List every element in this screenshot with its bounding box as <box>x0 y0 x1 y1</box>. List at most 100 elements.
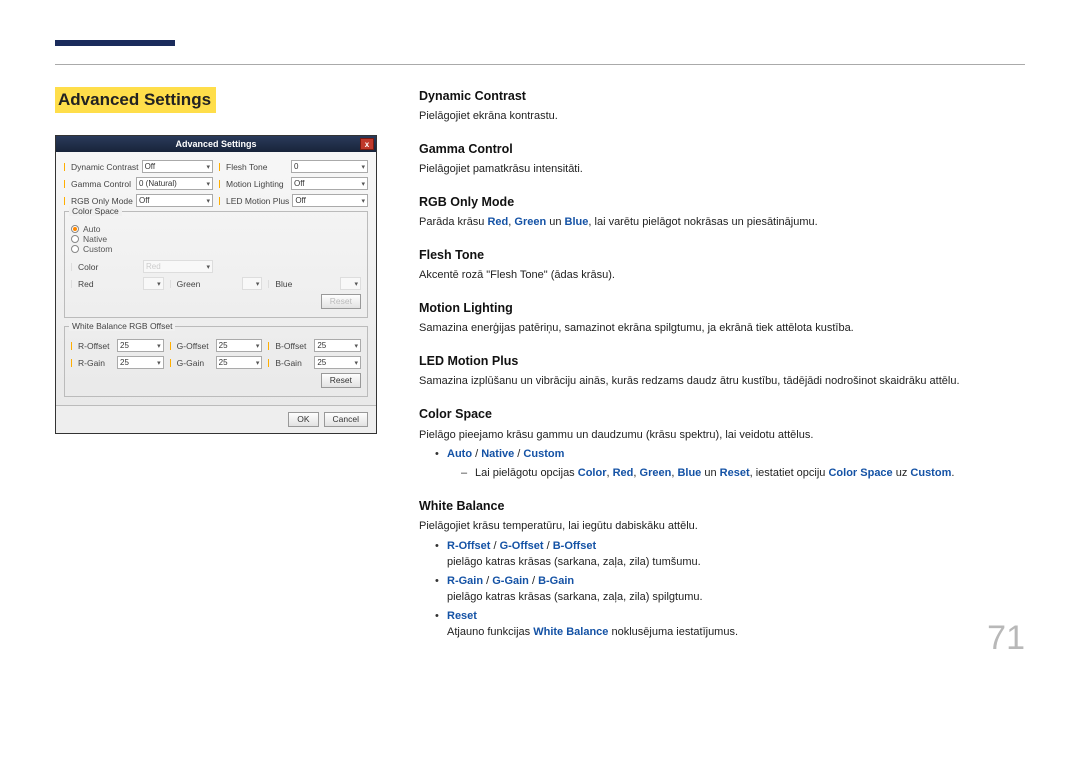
radio-option[interactable]: Custom <box>71 244 361 254</box>
color-space-fieldset: Color Space Auto Native Custom ColorRed▾… <box>64 211 368 318</box>
list-item: R-Gain / G-Gain / B-Gain pielāgo katras … <box>437 574 1025 606</box>
subsection-title: Dynamic Contrast <box>419 87 1025 105</box>
list-item: Reset Atjauno funkcijas White Balance no… <box>437 609 1025 641</box>
body-text: Pielāgojiet pamatkrāsu intensitāti. <box>419 162 1025 178</box>
header-accent-bar <box>55 40 175 46</box>
subsection-title: Motion Lighting <box>419 299 1025 317</box>
radio-icon <box>71 235 79 243</box>
page-number: 71 <box>987 619 1025 658</box>
sect-flesh-tone: Flesh Tone Akcentē rozā "Flesh Tone" (ād… <box>419 246 1025 284</box>
body-text: Akcentē rozā "Flesh Tone" (ādas krāsu). <box>419 268 1025 284</box>
list-item: Lai pielāgotu opcijas Color, Red, Green,… <box>465 466 1025 482</box>
osd-dialog: Advanced Settings x Dynamic ContrastOff▾… <box>55 135 377 434</box>
fieldset-legend: Color Space <box>69 206 122 216</box>
list-item: R-Offset / G-Offset / B-Offset pielāgo k… <box>437 539 1025 571</box>
dropdown-label: RGB Only Mode <box>71 196 133 206</box>
sect-dynamic-contrast: Dynamic Contrast Pielāgojiet ekrāna kont… <box>419 87 1025 125</box>
body-text: Parāda krāsu Red, Green un Blue, lai var… <box>419 215 1025 231</box>
dropdown-label: LED Motion Plus <box>226 196 289 206</box>
body-text: Pielāgo pieejamo krāsu gammu un daudzumu… <box>419 428 1025 444</box>
dropdown: ▾ <box>143 277 164 290</box>
subsection-title: Flesh Tone <box>419 246 1025 264</box>
sect-rgb-only: RGB Only Mode Parāda krāsu Red, Green un… <box>419 193 1025 231</box>
chevron-down-icon: ▾ <box>361 163 365 171</box>
dropdown[interactable]: Off▾ <box>292 194 368 207</box>
dropdown-label: Flesh Tone <box>226 162 288 172</box>
list-item: Auto / Native / Custom Lai pielāgotu opc… <box>437 447 1025 482</box>
dropdown-label: B-Gain <box>275 358 311 368</box>
osd-row: Dynamic ContrastOff▾ Flesh Tone0▾ <box>64 160 368 173</box>
dropdown: Red▾ <box>143 260 213 273</box>
dropdown-label: Green <box>177 279 239 289</box>
chevron-down-icon: ▾ <box>206 180 210 188</box>
list-item-desc: pielāgo katras krāsas (sarkana, zaļa, zi… <box>447 590 1025 606</box>
dropdown[interactable]: Off▾ <box>291 177 368 190</box>
subsection-title: LED Motion Plus <box>419 352 1025 370</box>
dropdown[interactable]: Off▾ <box>142 160 213 173</box>
radio-option[interactable]: Auto <box>71 224 361 234</box>
dropdown[interactable]: 25▾ <box>216 339 263 352</box>
sect-white-balance: White Balance Pielāgojiet krāsu temperat… <box>419 497 1025 641</box>
chevron-down-icon: ▾ <box>361 180 365 188</box>
dropdown[interactable]: 0 (Natural)▾ <box>136 177 213 190</box>
radio-icon <box>71 225 79 233</box>
reset-button[interactable]: Reset <box>321 373 361 388</box>
cancel-button[interactable]: Cancel <box>324 412 368 427</box>
list-item-desc: Atjauno funkcijas White Balance noklusēj… <box>447 625 1025 641</box>
chevron-down-icon: ▾ <box>206 263 210 271</box>
dropdown-label: R-Offset <box>78 341 114 351</box>
close-icon[interactable]: x <box>360 138 374 150</box>
dropdown[interactable]: 25▾ <box>314 356 361 369</box>
osd-footer: OK Cancel <box>56 405 376 433</box>
sect-color-space: Color Space Pielāgo pieejamo krāsu gammu… <box>419 405 1025 482</box>
sect-gamma-control: Gamma Control Pielāgojiet pamatkrāsu int… <box>419 140 1025 178</box>
osd-titlebar: Advanced Settings x <box>56 136 376 152</box>
dropdown-label: Red <box>78 279 140 289</box>
reset-button: Reset <box>321 294 361 309</box>
osd-body: Dynamic ContrastOff▾ Flesh Tone0▾ Gamma … <box>56 152 376 405</box>
subsection-title: Gamma Control <box>419 140 1025 158</box>
radio-option[interactable]: Native <box>71 234 361 244</box>
ok-button[interactable]: OK <box>288 412 318 427</box>
subsection-title: White Balance <box>419 497 1025 515</box>
dropdown[interactable]: 25▾ <box>216 356 263 369</box>
dropdown-label: Gamma Control <box>71 179 133 189</box>
sect-motion-lighting: Motion Lighting Samazina enerģijas patēr… <box>419 299 1025 337</box>
dropdown: ▾ <box>242 277 263 290</box>
dropdown-label: G-Offset <box>177 341 213 351</box>
fieldset-legend: White Balance RGB Offset <box>69 321 175 331</box>
dropdown[interactable]: 25▾ <box>117 356 164 369</box>
subsection-title: Color Space <box>419 405 1025 423</box>
section-heading: Advanced Settings <box>55 87 216 113</box>
body-text: Pielāgojiet krāsu temperatūru, lai iegūt… <box>419 519 1025 535</box>
left-column: Advanced Settings Advanced Settings x Dy… <box>55 87 377 434</box>
chevron-down-icon: ▾ <box>206 197 210 205</box>
osd-title: Advanced Settings <box>175 139 256 149</box>
radio-icon <box>71 245 79 253</box>
dropdown-label: Blue <box>275 279 337 289</box>
dropdown-label: G-Gain <box>177 358 213 368</box>
dropdown-label: B-Offset <box>275 341 311 351</box>
dropdown-label: R-Gain <box>78 358 114 368</box>
sect-led-motion-plus: LED Motion Plus Samazina izplūšanu un vi… <box>419 352 1025 390</box>
dropdown[interactable]: 25▾ <box>314 339 361 352</box>
body-text: Pielāgojiet ekrāna kontrastu. <box>419 109 1025 125</box>
bullet-list: R-Offset / G-Offset / B-Offset pielāgo k… <box>419 539 1025 641</box>
header-divider <box>55 64 1025 65</box>
body-text: Samazina izplūšanu un vibrāciju ainās, k… <box>419 374 1025 390</box>
chevron-down-icon: ▾ <box>361 197 365 205</box>
dropdown: ▾ <box>340 277 361 290</box>
dropdown-label: Dynamic Contrast <box>71 162 139 172</box>
list-item-desc: pielāgo katras krāsas (sarkana, zaļa, zi… <box>447 555 1025 571</box>
dropdown[interactable]: 25▾ <box>117 339 164 352</box>
right-column: Dynamic Contrast Pielāgojiet ekrāna kont… <box>419 87 1025 656</box>
sub-list: Lai pielāgotu opcijas Color, Red, Green,… <box>447 466 1025 482</box>
dropdown[interactable]: Off▾ <box>136 194 213 207</box>
body-text: Samazina enerģijas patēriņu, samazinot e… <box>419 321 1025 337</box>
dropdown-label: Color <box>78 262 140 272</box>
dropdown[interactable]: 0▾ <box>291 160 368 173</box>
dropdown-label: Motion Lighting <box>226 179 288 189</box>
chevron-down-icon: ▾ <box>206 163 210 171</box>
white-balance-fieldset: White Balance RGB Offset R-Offset25▾ G-O… <box>64 326 368 397</box>
bullet-list: Auto / Native / Custom Lai pielāgotu opc… <box>419 447 1025 482</box>
